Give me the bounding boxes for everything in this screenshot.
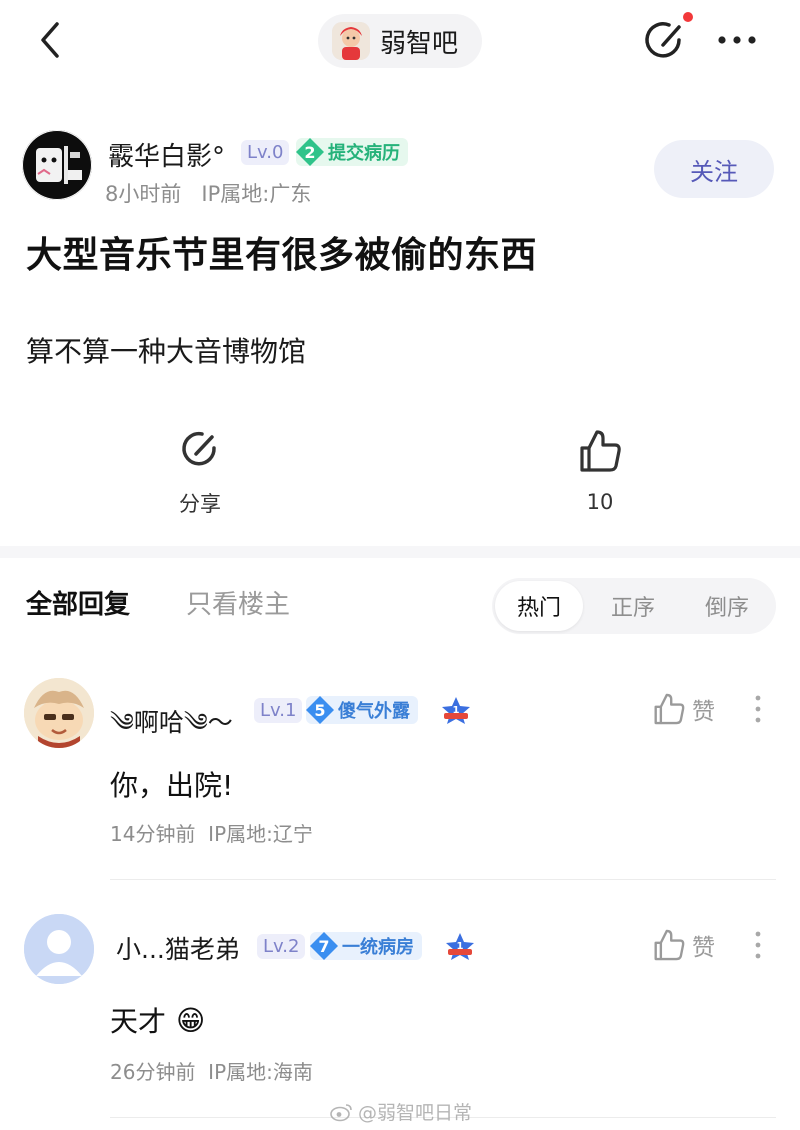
post-author: 霰华白影° Lv.0 2 提交病历 8小时前 IP属地:广东 关注 — [0, 120, 800, 210]
post-like-button[interactable]: 10 — [560, 428, 640, 514]
forum-name: 弱智吧 — [380, 28, 459, 59]
watermark: @弱智吧日常 — [330, 1098, 472, 1125]
more-vertical-icon[interactable] — [750, 694, 766, 724]
title-badge: 7 一统病房 — [310, 932, 422, 960]
reply-like-button[interactable]: 赞 — [652, 692, 715, 726]
post-ip: IP属地:广东 — [201, 182, 312, 206]
badge-title: 傻气外露 — [338, 701, 410, 722]
sort-toggle: 热门 正序 倒序 — [492, 578, 776, 634]
back-button[interactable] — [30, 20, 70, 60]
reply-text: 你，出院! — [110, 769, 234, 802]
follow-button[interactable]: 关注 — [654, 140, 774, 198]
reply-ip: IP属地:辽宁 — [208, 822, 313, 846]
rank-star-icon: 1 — [442, 697, 470, 724]
chevron-left-icon — [41, 22, 59, 58]
sort-ascending[interactable]: 正序 — [588, 578, 678, 634]
edit-icon — [645, 22, 681, 58]
more-horizontal-icon — [718, 36, 756, 44]
level-badge: Lv.0 — [241, 140, 290, 165]
author-avatar[interactable] — [22, 130, 92, 200]
like-count: 10 — [586, 490, 614, 514]
forum-avatar — [332, 22, 370, 60]
forum-chip[interactable]: 弱智吧 — [318, 14, 482, 68]
level-badge: Lv.2 — [257, 934, 306, 959]
thumbs-up-icon — [654, 929, 685, 961]
watermark-text: @弱智吧日常 — [358, 1102, 473, 1124]
rank-star-number: 1 — [453, 705, 460, 716]
tab-owner-only[interactable]: 只看楼主 — [186, 584, 290, 621]
reply-item: ༄啊哈༄〜 Lv.1 5 傻气外露 1 赞 你，出院! 14分钟前 IP属地:辽… — [0, 672, 800, 882]
badge-title: 一统病房 — [342, 937, 414, 958]
weibo-logo-icon — [330, 1103, 352, 1121]
rank-star-icon: 1 — [446, 933, 474, 960]
badge-title: 提交病历 — [328, 143, 400, 164]
reply-separator — [110, 879, 776, 880]
more-options-button[interactable] — [716, 30, 760, 50]
post-time: 8小时前 — [105, 182, 182, 206]
author-meta: 8小时前 IP属地:广东 — [105, 178, 311, 208]
share-icon — [182, 431, 216, 466]
reply-item: 小...猫老弟 Lv.2 7 一统病房 1 赞 天才 😁 26分钟前 IP属地:… — [0, 910, 800, 1120]
reply-username[interactable]: 小...猫老弟 — [116, 930, 240, 966]
rank-star-number: 1 — [457, 941, 464, 952]
notification-dot — [683, 12, 693, 22]
badge-number: 7 — [310, 932, 338, 960]
sort-hot[interactable]: 热门 — [495, 581, 583, 631]
share-label: 分享 — [179, 492, 221, 516]
tab-all-replies[interactable]: 全部回复 — [26, 584, 130, 621]
share-button[interactable]: 分享 — [160, 428, 240, 518]
reply-text: 天才 — [110, 1005, 167, 1038]
top-bar: 弱智吧 — [0, 0, 800, 84]
reply-like-button[interactable]: 赞 — [652, 928, 715, 962]
reply-ip: IP属地:海南 — [208, 1060, 313, 1084]
like-label: 赞 — [692, 935, 715, 961]
more-vertical-icon[interactable] — [750, 930, 766, 960]
badge-number: 5 — [306, 696, 334, 724]
author-name[interactable]: 霰华白影° — [108, 136, 225, 173]
reply-avatar[interactable] — [24, 914, 94, 984]
reply-meta: 26分钟前 IP属地:海南 — [110, 1056, 313, 1085]
reply-meta: 14分钟前 IP属地:辽宁 — [110, 818, 313, 847]
reply-text-row: 天才 😁 — [110, 1000, 205, 1040]
title-badge: 2 提交病历 — [296, 138, 408, 166]
reply-time: 14分钟前 — [110, 822, 196, 846]
thumbs-up-icon — [580, 430, 621, 472]
grin-emoji-icon: 😁 — [176, 1003, 206, 1037]
level-badge: Lv.1 — [254, 698, 303, 723]
sort-descending[interactable]: 倒序 — [682, 578, 772, 634]
edit-post-button[interactable] — [643, 18, 691, 62]
reply-avatar[interactable] — [24, 678, 94, 748]
reply-username[interactable]: ༄啊哈༄〜 — [110, 694, 233, 765]
badge-number: 2 — [296, 138, 324, 166]
post-body: 算不算一种大音博物馆 — [26, 335, 307, 368]
like-label: 赞 — [692, 699, 715, 725]
title-badge: 5 傻气外露 — [306, 696, 418, 724]
section-divider — [0, 546, 800, 558]
reply-time: 26分钟前 — [110, 1060, 196, 1084]
post-title: 大型音乐节里有很多被偷的东西 — [26, 235, 538, 276]
thumbs-up-icon — [654, 693, 685, 725]
